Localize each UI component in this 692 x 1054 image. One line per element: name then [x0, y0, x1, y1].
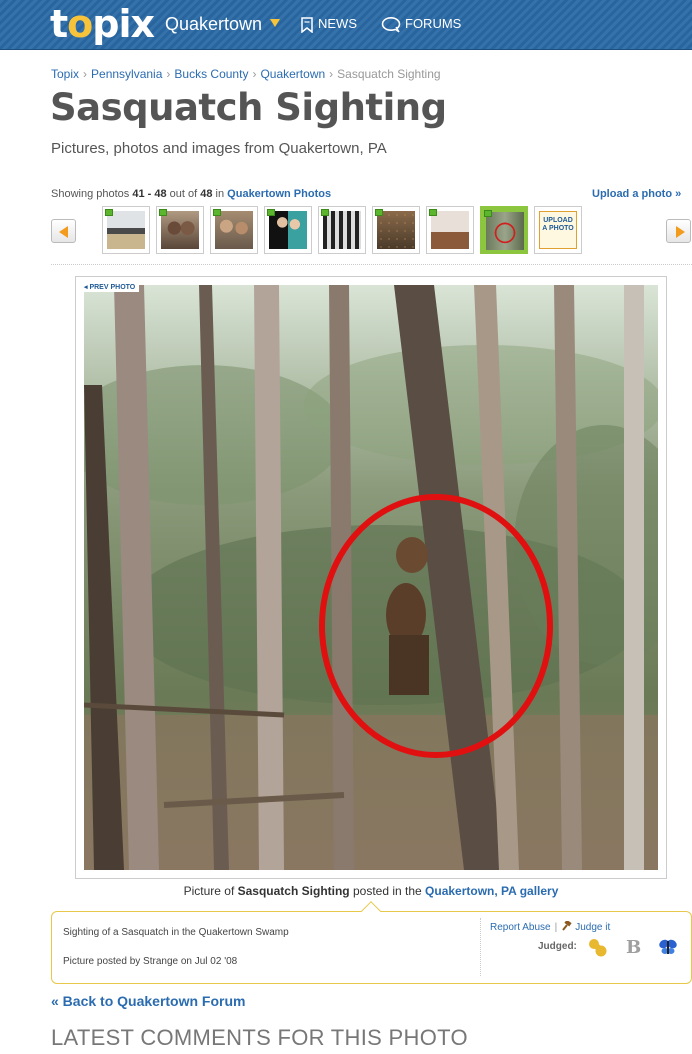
- topix-logo[interactable]: topix: [50, 2, 155, 46]
- caption-title: Sasquatch Sighting: [237, 884, 350, 898]
- photo-thumbnail-active[interactable]: [480, 206, 528, 254]
- photo-total: 48: [200, 188, 213, 200]
- logo-text-end: pix: [92, 2, 155, 46]
- logo-text-dot: o: [67, 2, 93, 46]
- photo-thumbnail[interactable]: [210, 206, 258, 254]
- main-photo[interactable]: [84, 285, 658, 870]
- thumbnail-image: [431, 211, 469, 249]
- caption-mid: posted in the: [349, 884, 426, 898]
- photo-thumbnail[interactable]: [102, 206, 150, 254]
- photo-thumbnail[interactable]: [372, 206, 420, 254]
- judged-label: Judged:: [538, 941, 577, 952]
- city-selector[interactable]: Quakertown: [165, 13, 262, 35]
- separator: |: [554, 922, 558, 933]
- thumbnail-image: [107, 211, 145, 249]
- photo-thumbnail[interactable]: [156, 206, 204, 254]
- breadcrumb-separator: ›: [166, 67, 171, 81]
- prev-page-button[interactable]: [51, 219, 76, 243]
- peanut-icon[interactable]: [587, 936, 609, 958]
- gallery-link-caption[interactable]: Quakertown, PA gallery: [425, 884, 558, 898]
- breadcrumb-bucks-county[interactable]: Bucks County: [174, 67, 248, 81]
- logo-text-start: t: [50, 2, 68, 46]
- photo-description: Sighting of a Sasquatch in the Quakertow…: [63, 927, 289, 938]
- nav-news[interactable]: NEWS: [300, 16, 357, 33]
- thumbnail-image: [215, 211, 253, 249]
- comment-flag-icon: [267, 209, 275, 216]
- comment-flag-icon: [375, 209, 383, 216]
- breadcrumb-separator: ›: [252, 67, 257, 81]
- arrow-right-icon: [676, 226, 685, 238]
- thumbnail-image: [486, 212, 524, 250]
- divider: [51, 264, 692, 265]
- caption-prefix: Picture of: [183, 884, 238, 898]
- prev-photo-link[interactable]: ◂ PREV PHOTO: [80, 282, 140, 292]
- comment-flag-icon: [429, 209, 437, 216]
- photo-caption: Picture of Sasquatch Sighting posted in …: [0, 884, 692, 898]
- comment-flag-icon: [321, 209, 329, 216]
- photo-range: 41 - 48: [132, 188, 167, 200]
- comment-flag-icon: [105, 209, 113, 216]
- arrow-left-icon: [59, 226, 68, 238]
- breadcrumb-quakertown[interactable]: Quakertown: [260, 67, 325, 81]
- breadcrumb-separator: ›: [83, 67, 88, 81]
- photo-thumbnail[interactable]: [264, 206, 312, 254]
- top-nav-bar: topix Quakertown NEWS FORUMS: [0, 0, 692, 50]
- photo-info-box: Sighting of a Sasquatch in the Quakertow…: [51, 901, 692, 984]
- page-title: Sasquatch Sighting: [50, 86, 447, 129]
- upload-photo-label: UPLOAD A PHOTO: [539, 211, 577, 249]
- comment-flag-icon: [159, 209, 167, 216]
- svg-text:B: B: [626, 937, 641, 958]
- next-page-button[interactable]: [666, 219, 691, 243]
- nav-forums[interactable]: FORUMS: [381, 16, 461, 33]
- posted-by-text: Picture posted by Strange on Jul 02 '08: [63, 956, 238, 967]
- breadcrumb-current: Sasquatch Sighting: [337, 67, 441, 81]
- butterfly-icon[interactable]: [657, 936, 679, 958]
- latest-comments-heading: LATEST COMMENTS FOR THIS PHOTO: [51, 1025, 468, 1050]
- comment-flag-icon: [213, 209, 221, 216]
- nav-forums-label: FORUMS: [405, 16, 462, 31]
- out-of-text: out of: [166, 188, 201, 200]
- divider: [480, 918, 481, 976]
- judge-it-link[interactable]: Judge it: [575, 922, 610, 933]
- breadcrumb-topix[interactable]: Topix: [51, 67, 79, 81]
- back-to-forum-link[interactable]: « Back to Quakertown Forum: [51, 993, 245, 1009]
- report-abuse-link[interactable]: Report Abuse: [490, 922, 551, 933]
- thumbnail-image: [269, 211, 307, 249]
- thumbnail-image: [323, 211, 361, 249]
- thumbnail-image: [161, 211, 199, 249]
- in-text: in: [212, 188, 228, 200]
- photo-range-text: Showing photos 41 - 48 out of 48 in Quak…: [51, 188, 331, 200]
- chevron-down-icon[interactable]: [270, 19, 280, 27]
- speech-bubble-icon: [381, 16, 401, 33]
- thumbnail-image: [377, 211, 415, 249]
- showing-prefix: Showing photos: [51, 188, 133, 200]
- gavel-icon: [562, 919, 572, 931]
- forest-photo-image: [84, 285, 658, 870]
- blurred-b-icon[interactable]: B: [622, 936, 644, 958]
- breadcrumb-pennsylvania[interactable]: Pennsylvania: [91, 67, 162, 81]
- upload-photo-link[interactable]: Upload a photo »: [592, 188, 692, 200]
- bookmark-icon: [301, 16, 313, 33]
- box-notch: [361, 901, 381, 921]
- breadcrumb: Topix › Pennsylvania › Bucks County › Quakerto…: [51, 67, 441, 81]
- page-subtitle: Pictures, photos and images from Quakert…: [51, 140, 387, 157]
- report-judge-links: Report Abuse | Judge it: [490, 919, 610, 933]
- gallery-link[interactable]: Quakertown Photos: [227, 188, 331, 200]
- photo-thumbnail[interactable]: [426, 206, 474, 254]
- comment-flag-icon: [484, 210, 492, 217]
- upload-photo-thumbnail[interactable]: UPLOAD A PHOTO: [534, 206, 582, 254]
- nav-news-label: NEWS: [318, 16, 357, 31]
- breadcrumb-separator: ›: [329, 67, 334, 81]
- photo-thumbnail[interactable]: [318, 206, 366, 254]
